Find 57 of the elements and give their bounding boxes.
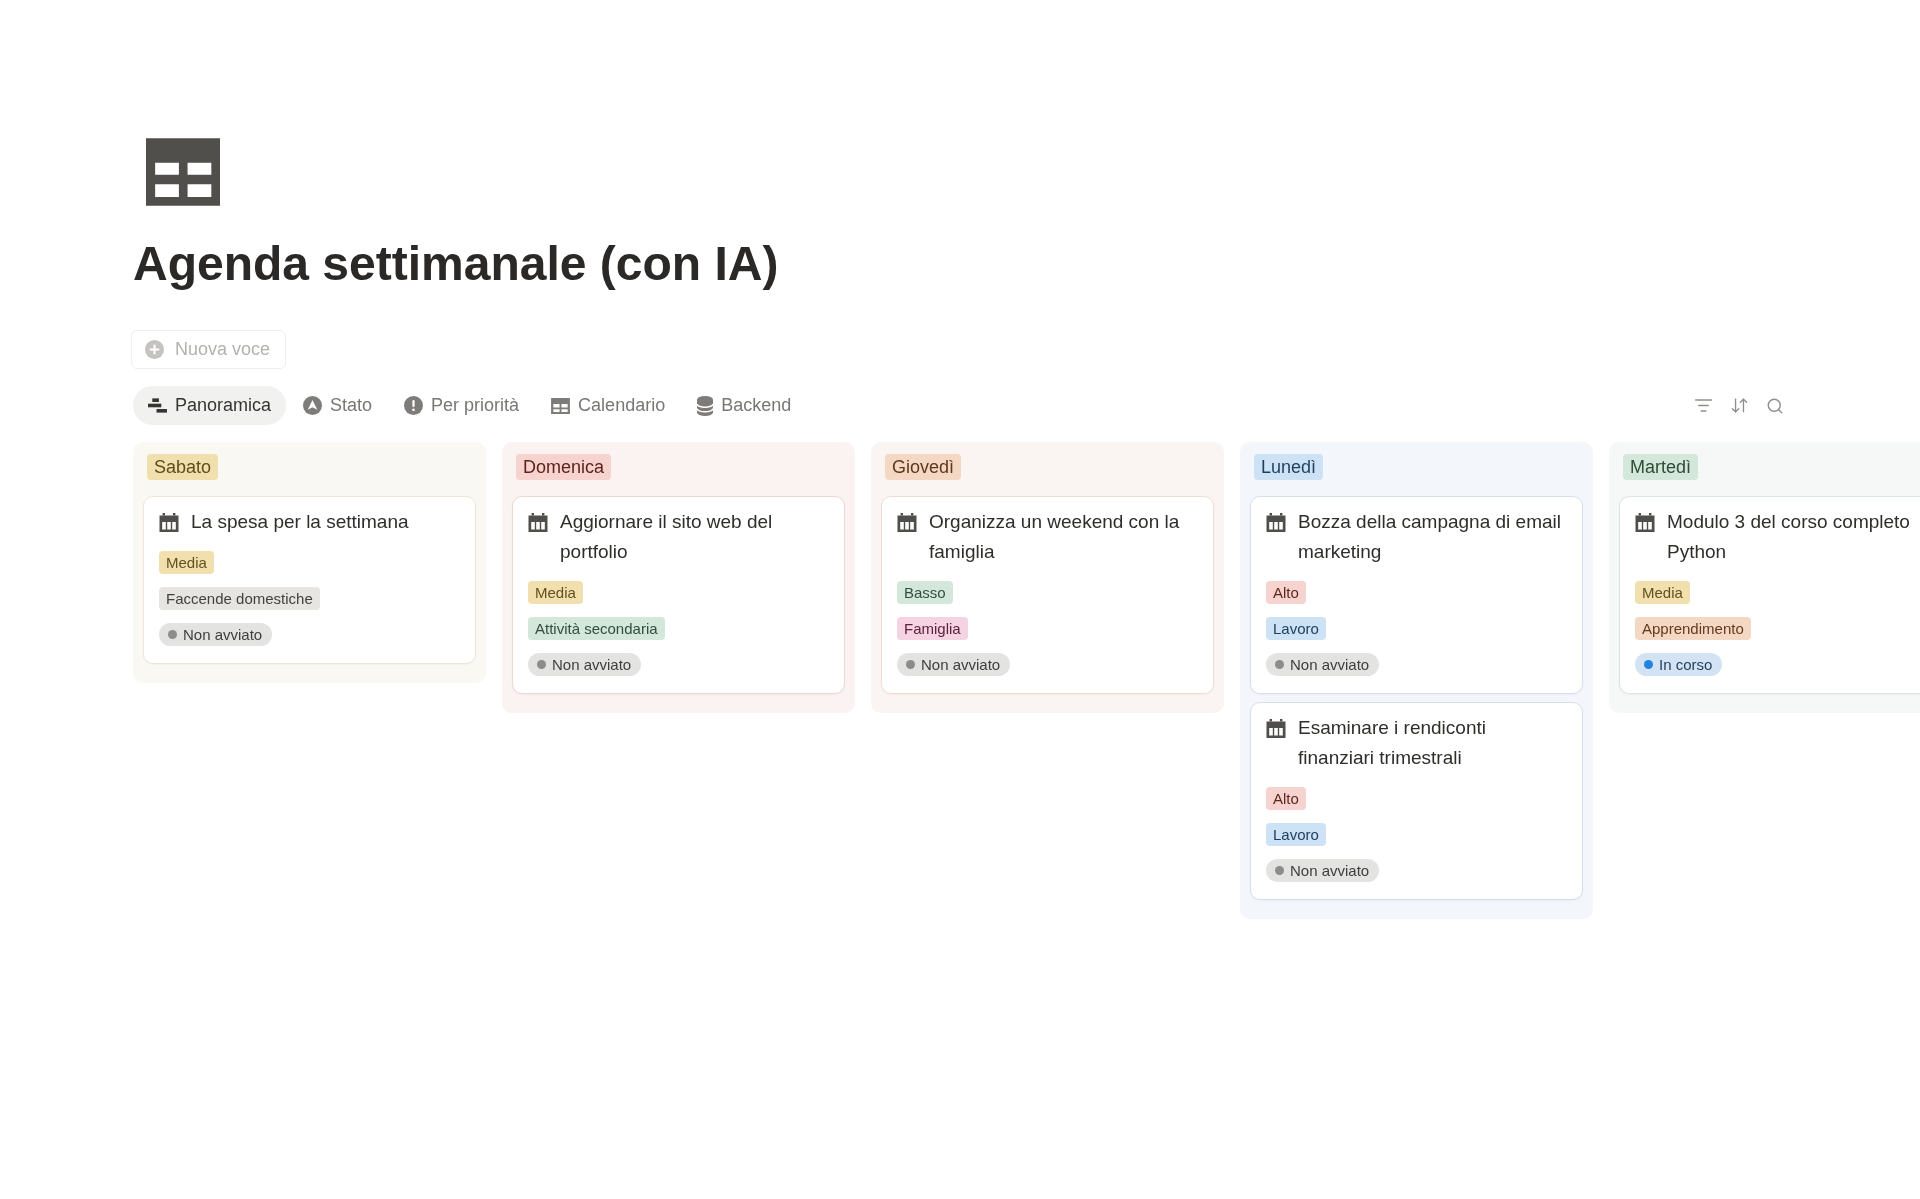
calendar-icon: [1266, 719, 1286, 738]
view-tab[interactable]: Backend: [682, 386, 807, 425]
card-title: Aggiornare il sito web del portfolio: [560, 510, 774, 564]
card-title: Esaminare i rendiconti finanziari trimestrali: [1298, 716, 1487, 770]
day-tag: Lunedì: [1254, 454, 1324, 480]
search-icon: [1766, 396, 1784, 415]
card-title: Bozza della campagna di email marketing: [1298, 510, 1562, 564]
status-label: Non avviato: [921, 655, 1001, 675]
day-tag: Martedì: [1623, 454, 1699, 480]
plus-circle-icon: [145, 340, 164, 359]
table-icon: [551, 397, 571, 414]
page-title: Agenda settimanale (con IA): [133, 236, 779, 292]
calendar-icon: [1266, 513, 1286, 532]
sort-icon: [1729, 396, 1749, 415]
priority-tag: Alto: [1266, 787, 1306, 810]
task-card[interactable]: La spesa per la settimana Media Faccende domestiche Non avviato: [143, 496, 476, 664]
card-title: Organizza un weekend con la famiglia: [929, 510, 1181, 564]
priority-tag: Media: [159, 551, 214, 574]
category-tag: Apprendimento: [1635, 617, 1751, 640]
exclamation-circle-icon: [404, 396, 424, 415]
calendar-icon: [528, 513, 548, 532]
day-tag: Sabato: [147, 454, 219, 480]
table-icon: [146, 138, 220, 206]
priority-tag: Basso: [897, 581, 953, 604]
status-label: Non avviato: [183, 625, 263, 645]
calendar-icon: [159, 513, 179, 532]
category-tag: Famiglia: [897, 617, 968, 640]
status-label: Non avviato: [1290, 655, 1370, 675]
stacked-bars-icon: [148, 398, 167, 413]
calendar-icon: [1635, 513, 1655, 532]
day-tag: Giovedì: [885, 454, 962, 480]
category-tag: Lavoro: [1266, 823, 1326, 846]
status-label: Non avviato: [552, 655, 632, 675]
calendar-icon: [897, 513, 917, 532]
category-tag: Lavoro: [1266, 617, 1326, 640]
filter-icon: [1693, 396, 1713, 415]
priority-tag: Alto: [1266, 581, 1306, 604]
category-tag: Faccende domestiche: [159, 587, 320, 610]
card-title: La spesa per la settimana: [191, 510, 409, 534]
category-tag: Attività secondaria: [528, 617, 665, 640]
task-card[interactable]: Bozza della campagna di email marketing Alto Lavoro Non avviato: [1250, 496, 1583, 694]
status-label: In corso: [1659, 655, 1713, 675]
database-icon: [697, 395, 714, 416]
task-card[interactable]: Aggiornare il sito web del portfolio Media Attività secondaria Non avviato: [512, 496, 845, 694]
task-card[interactable]: Esaminare i rendiconti finanziari trimestrali Alto Lavoro Non avviato: [1250, 702, 1583, 900]
task-card[interactable]: Organizza un weekend con la famiglia Basso Famiglia Non avviato: [881, 496, 1214, 694]
view-tab[interactable]: Per priorità: [389, 386, 535, 425]
day-tag: Domenica: [516, 454, 612, 480]
view-tab[interactable]: Calendario: [536, 386, 681, 425]
view-tab[interactable]: Stato: [288, 386, 388, 425]
card-title: Modulo 3 del corso completo Python: [1667, 510, 1910, 564]
priority-tag: Media: [528, 581, 583, 604]
task-card[interactable]: Modulo 3 del corso completo Python Media Apprendimento In corso: [1619, 496, 1920, 694]
status-label: Non avviato: [1290, 861, 1370, 881]
view-tab[interactable]: Panoramica: [133, 386, 287, 425]
arrow-circle-icon: [303, 396, 323, 415]
priority-tag: Media: [1635, 581, 1690, 604]
